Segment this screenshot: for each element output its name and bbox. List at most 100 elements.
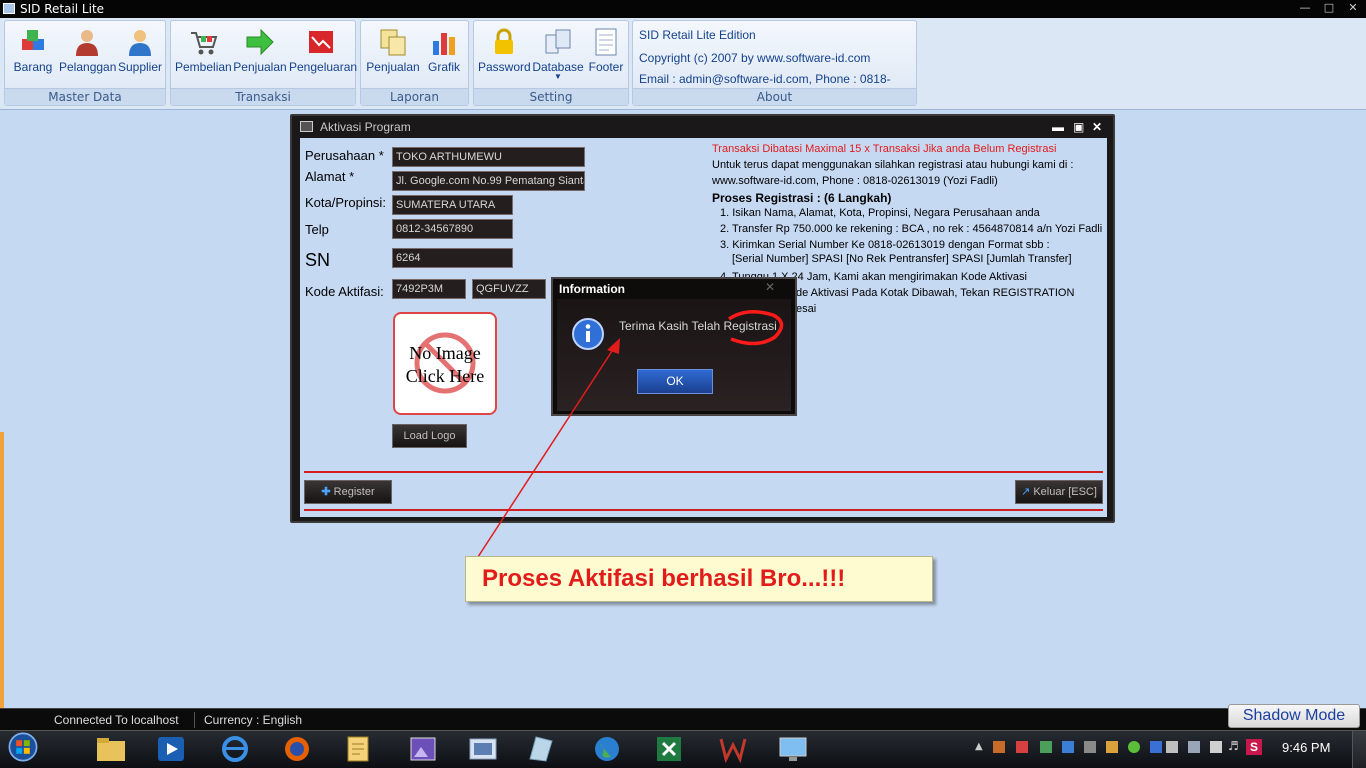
group-setting: Password Database ▼ Footer Setting [473,20,629,106]
shadow-mode-badge[interactable]: Shadow Mode [1228,704,1360,728]
database-icon [545,29,571,54]
telp-field[interactable]: 0812-34567890 [392,219,513,239]
logo-placeholder[interactable]: No Image Click Here [393,312,497,415]
minimize-icon[interactable]: ▬ [1052,116,1064,138]
tray-bluetooth-icon[interactable] [1150,741,1162,753]
status-divider [194,712,195,728]
laporan-penjualan-button[interactable]: Penjualan [365,23,421,74]
media-player-icon[interactable] [154,733,188,765]
tray-expand-icon[interactable]: ▲ [975,741,983,752]
globe-icon[interactable] [590,733,624,765]
maximize-icon[interactable]: □ [1318,0,1340,16]
show-desktop-button[interactable] [1352,731,1366,768]
lock-icon [495,28,513,54]
tray-app-icon[interactable] [1128,741,1140,753]
clock[interactable]: 9:46 PM [1282,740,1330,755]
pembelian-button[interactable]: Pembelian [175,23,232,74]
tray-network-icon[interactable] [1210,741,1222,753]
step-3-format: [Serial Number] SPASI [No Rek Pentransfe… [732,253,1072,265]
contact-line-2: www.software-id.com, Phone : 0818-026130… [712,175,998,187]
contact-line-1: Untuk terus dapat menggunakan silahkan r… [712,159,1074,171]
group-transaksi: Pembelian Penjualan Pengeluaran Transaks… [170,20,357,106]
about-copyright: Copyright (c) 2007 by www.software-id.co… [639,51,871,65]
folder-icon[interactable] [94,733,128,765]
tray-app-icon[interactable] [993,741,1005,753]
grafik-button[interactable]: Grafik [423,23,465,74]
step-3: 3. Kirimkan Serial Number Ke 0818-026130… [720,239,1050,251]
tray-s-icon[interactable]: S [1246,739,1262,755]
group-laporan: Penjualan Grafik Laporan [360,20,469,106]
step-2: 2. Transfer Rp 750.000 ke rekening : BCA… [720,223,1103,235]
tray-app-icon[interactable] [1166,741,1178,753]
red-circle-annotation [728,310,784,346]
minimize-icon[interactable]: — [1294,0,1316,16]
footer-button[interactable]: Footer [586,23,626,74]
excel-icon[interactable] [652,733,686,765]
sn-field[interactable]: 6264 [392,248,513,268]
internet-explorer-icon[interactable] [218,733,252,765]
word-icon[interactable] [716,733,750,765]
exit-arrow-icon: ↗ [1021,486,1031,498]
warning-text: Transaksi Dibatasi Maximal 15 x Transaks… [712,143,1057,155]
tray-app-icon[interactable] [1084,741,1096,753]
start-button-icon[interactable] [6,731,40,763]
group-title: About [633,88,916,105]
close-icon[interactable]: ✕ [765,280,775,294]
messagebox-body: Terima Kasih Telah Registrasi OK [557,299,791,411]
notepad-icon[interactable] [342,733,376,765]
customer-icon [76,30,98,56]
kode-aktifasi-field-1[interactable]: 7492P3M [392,279,466,299]
load-logo-button[interactable]: Load Logo [392,424,467,448]
bar-chart-icon [433,33,455,55]
supplier-button[interactable]: Supplier [117,23,163,74]
left-edge-strip [0,432,4,708]
divider-bottom [304,509,1103,511]
info-icon [572,318,604,350]
ok-button[interactable]: OK [637,369,713,394]
tray-app-icon[interactable] [1062,741,1074,753]
close-icon[interactable]: ✕ [1092,116,1102,138]
currency-status: Currency : English [204,713,303,727]
tray-app-icon[interactable] [1040,741,1052,753]
register-button[interactable]: ✚ Register [304,480,392,504]
kode-aktifasi-label: Kode Aktifasi: [305,284,384,299]
barang-button[interactable]: Barang [11,23,55,74]
image-viewer-icon[interactable] [406,733,440,765]
kota-field[interactable]: SUMATERA UTARA [392,195,513,215]
taskbar: ▲ ♬ S 9:46 PM [0,730,1366,768]
divider-top [304,471,1103,473]
penjualan-button[interactable]: Penjualan [233,23,287,74]
group-master-data: Barang Pelanggan Supplier Master Data [4,20,166,106]
arrow-right-icon [246,28,274,56]
supplier-icon [129,30,151,56]
tray-shield-icon[interactable] [1106,741,1118,753]
monitor-icon[interactable] [776,733,810,765]
volume-icon[interactable]: ♬ [1228,739,1239,753]
cart-icon [191,32,218,55]
alamat-field[interactable]: Jl. Google.com No.99 Pematang Siantar [392,171,585,191]
pelanggan-button[interactable]: Pelanggan [59,23,116,74]
keluar-button[interactable]: ↗ Keluar [ESC] [1015,480,1103,504]
connection-status: Connected To localhost [54,713,179,727]
kota-label: Kota/Propinsi: [305,195,386,210]
close-icon[interactable]: ✕ [1342,0,1364,16]
database-button[interactable]: Database ▼ [532,23,584,81]
group-title: Master Data [5,88,165,105]
report-icon [380,29,406,56]
messagebox-title: Information [559,282,625,296]
kode-aktifasi-field-2[interactable]: QGFUVZZ [472,279,546,299]
group-title: Laporan [361,88,468,105]
password-button[interactable]: Password [478,23,531,74]
windows-explorer-icon[interactable] [466,733,500,765]
tray-app-icon[interactable] [1188,741,1200,753]
maximize-icon[interactable]: ▣ [1073,116,1084,138]
tray-app-icon[interactable] [1016,741,1028,753]
chart-down-icon [309,31,333,53]
pengeluaran-button[interactable]: Pengeluaran [289,23,357,74]
firefox-icon[interactable] [280,733,314,765]
registrasi-heading: Proses Registrasi : (6 Langkah) [712,191,892,205]
ribbon: Barang Pelanggan Supplier Master Data Pe… [0,18,1366,110]
perusahaan-field[interactable]: TOKO ARTHUMEWU [392,147,585,167]
notes-icon[interactable] [524,733,558,765]
step-6: esai [796,303,817,315]
